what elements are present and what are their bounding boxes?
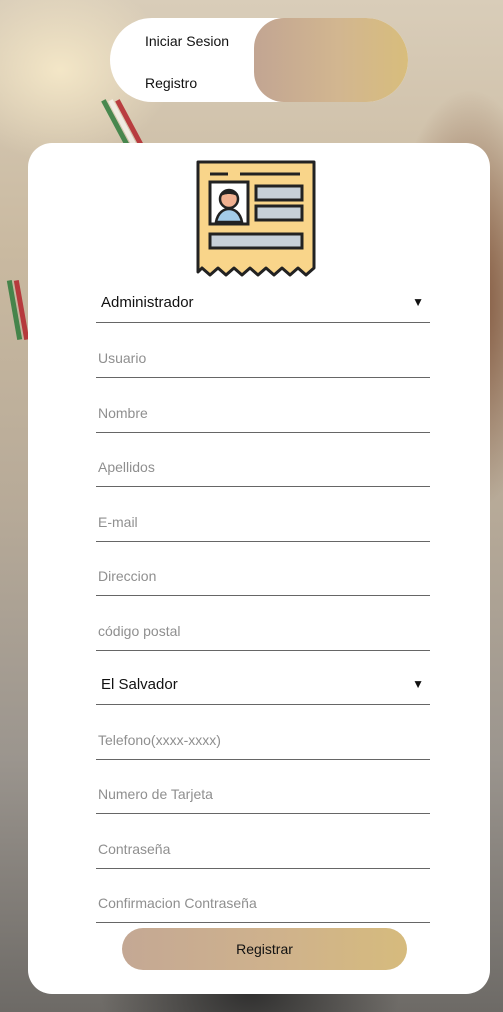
usuario-placeholder: Usuario: [98, 350, 147, 366]
contrasena-input[interactable]: Contraseña: [96, 826, 430, 869]
registrar-button[interactable]: Registrar: [122, 928, 407, 970]
nav-menu: Iniciar Sesion Registro: [110, 18, 408, 102]
usuario-input[interactable]: Usuario: [96, 335, 430, 378]
country-select[interactable]: El Salvador ▼: [96, 662, 430, 705]
nombre-placeholder: Nombre: [98, 405, 148, 421]
tarjeta-input[interactable]: Numero de Tarjeta: [96, 771, 430, 814]
direccion-input[interactable]: Direccion: [96, 553, 430, 596]
tarjeta-placeholder: Numero de Tarjeta: [98, 786, 213, 802]
confirmacion-contrasena-input[interactable]: Confirmacion Contraseña: [96, 880, 430, 923]
nombre-input[interactable]: Nombre: [96, 390, 430, 433]
email-placeholder: E-mail: [98, 514, 138, 530]
register-form-card: Administrador ▼ Usuario Nombre Apellidos…: [28, 143, 490, 994]
id-card-icon: [196, 160, 316, 277]
telefono-placeholder: Telefono(xxxx-xxxx): [98, 732, 221, 748]
apellidos-input[interactable]: Apellidos: [96, 444, 430, 487]
nav-register-link[interactable]: Registro: [145, 75, 197, 91]
direccion-placeholder: Direccion: [98, 568, 157, 584]
nav-accent-pill: [254, 18, 408, 102]
apellidos-placeholder: Apellidos: [98, 459, 155, 475]
caret-down-icon: ▼: [412, 295, 424, 309]
telefono-input[interactable]: Telefono(xxxx-xxxx): [96, 717, 430, 760]
nav-login-link[interactable]: Iniciar Sesion: [145, 33, 229, 49]
caret-down-icon: ▼: [412, 677, 424, 691]
codigo-postal-placeholder: código postal: [98, 623, 181, 639]
role-select-value: Administrador: [101, 294, 194, 311]
confirmacion-placeholder: Confirmacion Contraseña: [98, 895, 257, 911]
country-select-value: El Salvador: [101, 676, 178, 693]
email-input[interactable]: E-mail: [96, 499, 430, 542]
contrasena-placeholder: Contraseña: [98, 841, 171, 857]
role-select[interactable]: Administrador ▼: [96, 280, 430, 323]
codigo-postal-input[interactable]: código postal: [96, 608, 430, 651]
